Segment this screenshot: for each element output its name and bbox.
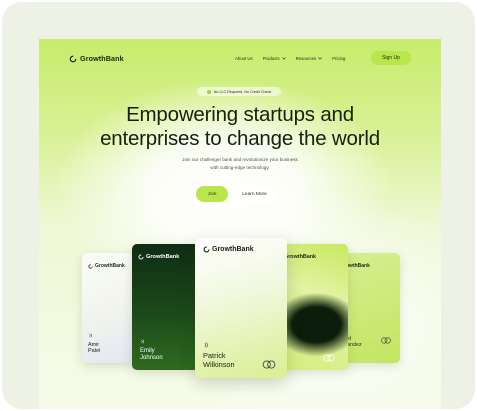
card-brand-label: GrowthBank	[212, 246, 254, 253]
nav-item-label: Resources	[295, 56, 317, 61]
brand-name: GrowthBank	[80, 54, 124, 63]
landing-page: GrowthBank About Us Products Resources P…	[39, 39, 441, 409]
hero-headline: Empowering startups and enterprises to c…	[59, 103, 421, 151]
bank-card-dark-blob: GrowthBank an an	[282, 244, 348, 370]
contactless-icon	[89, 333, 92, 338]
hero-subtitle: Join our challenger bank and revolutioni…	[129, 156, 351, 172]
bank-card-emily-johnson: GrowthBank Emily Johnson	[132, 244, 199, 370]
card-brand-label: GrowthBank	[146, 254, 180, 260]
card-network-icon	[323, 354, 335, 362]
card-brand: GrowthBank	[138, 254, 179, 260]
nav-item-pricing[interactable]: Pricing	[332, 56, 345, 61]
headline-line-1: Empowering startups and	[126, 103, 354, 126]
growthbank-logo-icon	[138, 254, 144, 260]
card-brand-label: owthBank	[346, 263, 370, 269]
cardholder-name: Amir Patel	[88, 342, 100, 354]
nav-item-products[interactable]: Products	[263, 56, 286, 61]
growthbank-logo-icon	[88, 263, 93, 269]
card-network-icon	[262, 360, 276, 369]
chevron-down-icon	[281, 57, 286, 60]
cardholder-last-name: Patel	[88, 348, 101, 355]
subtitle-line-1: Join our challenger bank and revolutioni…	[182, 157, 298, 162]
nav-item-label: About Us	[235, 56, 253, 61]
nav-item-label: Pricing	[332, 56, 346, 61]
card-brand: GrowthBank	[203, 246, 254, 253]
bank-card-amir-patel: GrowthBank Amir Patel	[82, 253, 134, 363]
screenshot-frame: GrowthBank About Us Products Resources P…	[2, 2, 475, 409]
card-brand-label: GrowthBank	[284, 254, 317, 260]
headline-line-2: enterprises to change the world	[100, 127, 380, 150]
join-button[interactable]: Join	[196, 186, 228, 202]
bank-card-patrick-wilkinson: GrowthBank Patrick Wilkinson	[195, 238, 287, 378]
subtitle-line-2: with cutting-edge technology.	[210, 165, 270, 170]
sign-up-button[interactable]: Sign Up	[371, 51, 411, 65]
learn-more-button[interactable]: Learn More	[232, 186, 277, 202]
contactless-icon	[141, 339, 144, 344]
cardholder-name: Emily Johnson	[140, 348, 163, 362]
nav-item-resources[interactable]: Resources	[296, 56, 323, 61]
growthbank-logo-icon	[203, 246, 210, 253]
main-nav: About Us Products Resources Pricing	[235, 56, 345, 61]
bank-card-fernandez: owthBank uel nandez	[342, 253, 400, 363]
contactless-icon	[204, 342, 208, 348]
cardholder-first-name: Emily	[140, 348, 155, 354]
card-brand: owthBank	[346, 263, 370, 269]
nav-item-label: Products	[262, 56, 280, 61]
brand-logo[interactable]: GrowthBank	[69, 54, 124, 63]
card-network-icon	[381, 337, 391, 344]
badge-dot-icon	[206, 89, 211, 94]
growthbank-logo-icon	[69, 55, 77, 62]
cardholder-last-name: Johnson	[140, 354, 163, 361]
card-brand-label: GrowthBank	[95, 263, 125, 269]
card-brand: GrowthBank	[88, 263, 125, 269]
cardholder-last-name: Wilkinson	[203, 359, 235, 369]
cardholder-name: Patrick Wilkinson	[203, 351, 235, 369]
badge-text: No LLC Required, No Credit Check	[213, 89, 272, 94]
chevron-down-icon	[318, 57, 323, 60]
nav-item-about-us[interactable]: About Us	[235, 56, 253, 61]
promo-badge: No LLC Required, No Credit Check	[197, 87, 281, 96]
card-brand: GrowthBank	[284, 254, 316, 260]
